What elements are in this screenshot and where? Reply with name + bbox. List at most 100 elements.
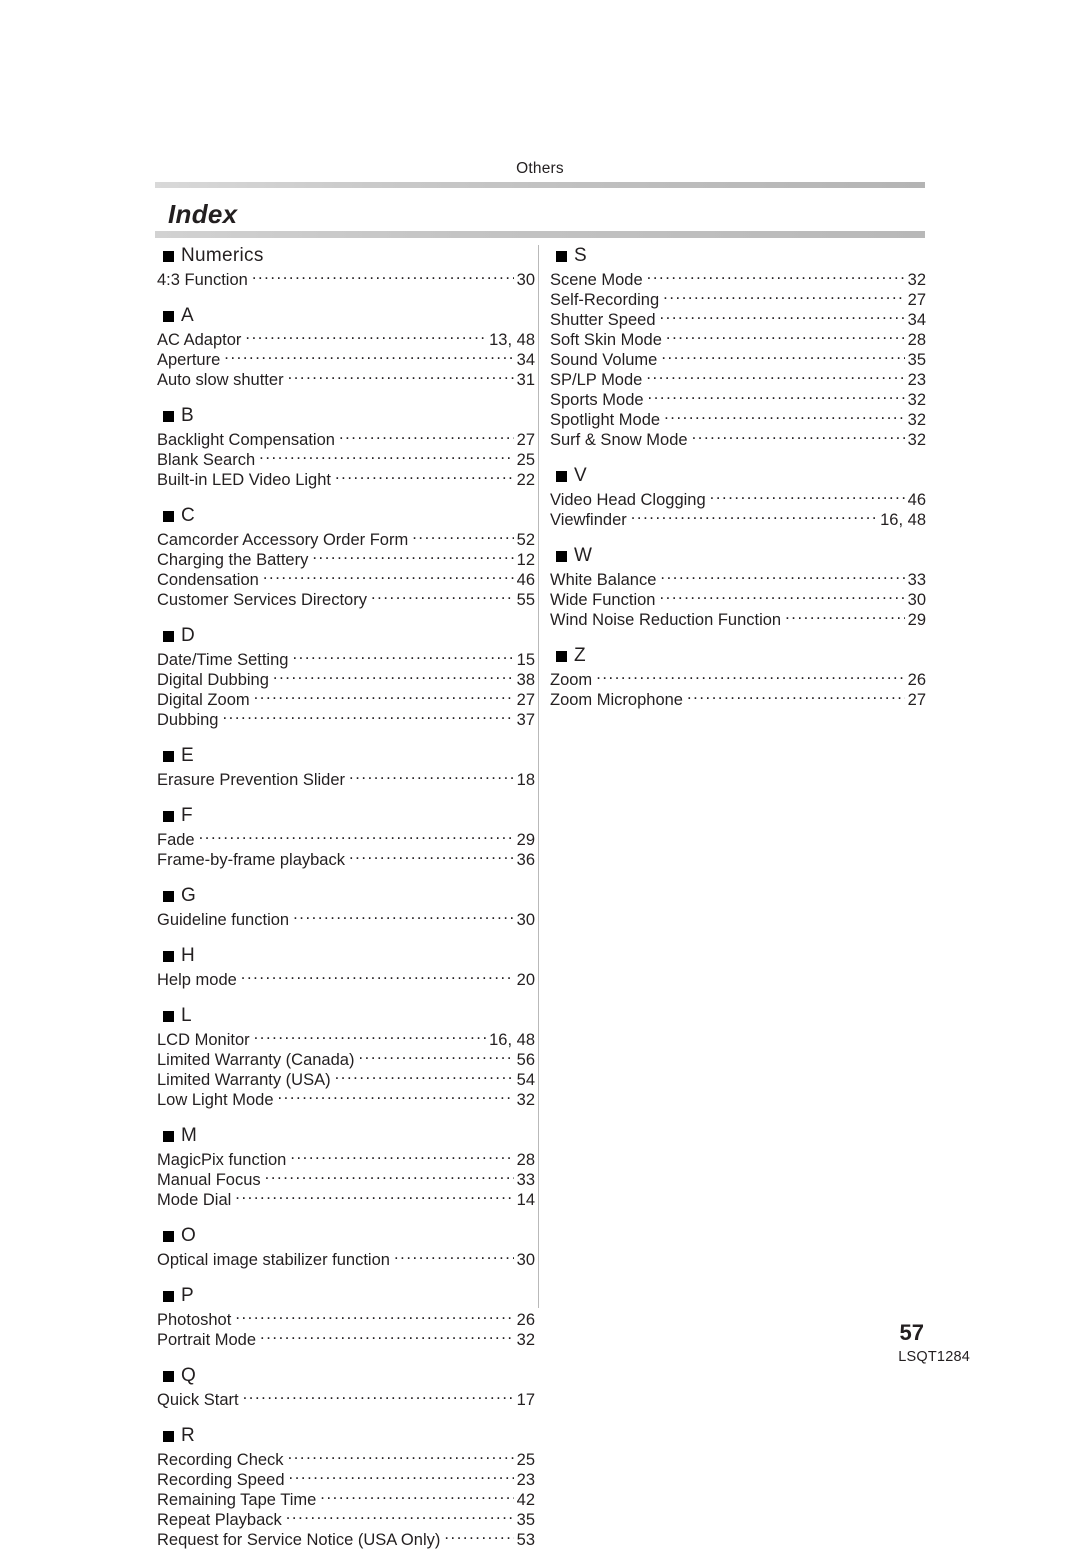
- index-entry[interactable]: Guideline function 30: [155, 909, 535, 929]
- index-entry-label: MagicPix function: [157, 1151, 287, 1169]
- index-entry[interactable]: Condensation 46: [155, 569, 535, 589]
- index-entry[interactable]: Backlight Compensation 27: [155, 429, 535, 449]
- index-entry-leader-dots: [288, 369, 514, 385]
- index-entry[interactable]: Low Light Mode 32: [155, 1089, 535, 1109]
- index-entry-page: 27: [516, 431, 535, 449]
- index-entry[interactable]: Sound Volume 35: [548, 349, 926, 369]
- index-column-right: SScene Mode32Self-Recording27Shutter Spe…: [548, 245, 926, 709]
- page-header: Others: [155, 160, 925, 188]
- index-entry[interactable]: White Balance 33: [548, 569, 926, 589]
- index-entry[interactable]: SP/LP Mode 23: [548, 369, 926, 389]
- index-entry[interactable]: Scene Mode 32: [548, 269, 926, 289]
- header-divider-rule: [155, 182, 925, 188]
- index-entry-label: Repeat Playback: [157, 1511, 282, 1529]
- index-entry-leader-dots: [278, 1089, 514, 1105]
- index-entry-label: Aperture: [157, 351, 221, 369]
- index-entry[interactable]: Camcorder Accessory Order Form 52: [155, 529, 535, 549]
- index-entry-leader-dots: [235, 1309, 513, 1325]
- index-entry-page: 32: [516, 1331, 535, 1349]
- index-entry[interactable]: Sports Mode 32: [548, 389, 926, 409]
- index-entry-label: Remaining Tape Time: [157, 1491, 317, 1509]
- index-entry-page: 28: [907, 331, 926, 349]
- index-entry-label: Zoom: [550, 671, 593, 689]
- index-entry-page: 42: [516, 1491, 535, 1509]
- square-bullet-icon: [163, 810, 174, 822]
- index-entry[interactable]: Erasure Prevention Slider 18: [155, 769, 535, 789]
- index-entry[interactable]: Blank Search 25: [155, 449, 535, 469]
- index-entry[interactable]: Limited Warranty (USA) 54: [155, 1069, 535, 1089]
- index-entry-leader-dots: [241, 969, 514, 985]
- square-bullet-icon: [163, 510, 174, 522]
- index-entry-label: Optical image stabilizer function: [157, 1251, 390, 1269]
- index-entry[interactable]: Wind Noise Reduction Function 29: [548, 609, 926, 629]
- index-entry-page: 34: [516, 351, 535, 369]
- index-entry[interactable]: Self-Recording 27: [548, 289, 926, 309]
- index-entry-page: 46: [516, 571, 535, 589]
- index-entry-leader-dots: [394, 1249, 514, 1265]
- square-bullet-icon: [163, 250, 174, 262]
- index-entry[interactable]: Fade 29: [155, 829, 535, 849]
- index-entry[interactable]: Spotlight Mode 32: [548, 409, 926, 429]
- index-group-letter: R: [181, 1425, 196, 1446]
- index-entry-page: 27: [516, 691, 535, 709]
- index-entry-leader-dots: [290, 1149, 513, 1165]
- index-entry[interactable]: Video Head Clogging 46: [548, 489, 926, 509]
- index-group-letter: F: [181, 805, 193, 826]
- index-entry-leader-dots: [692, 429, 905, 445]
- index-entry-page: 55: [516, 591, 535, 609]
- index-entry[interactable]: Quick Start 17: [155, 1389, 535, 1409]
- index-entry-leader-dots: [292, 649, 513, 665]
- index-entry[interactable]: Zoom Microphone 27: [548, 689, 926, 709]
- index-entry[interactable]: Portrait Mode 32: [155, 1329, 535, 1349]
- index-entry-page: 20: [516, 971, 535, 989]
- index-entry[interactable]: Auto slow shutter 31: [155, 369, 535, 389]
- index-entry[interactable]: 4:3 Function 30: [155, 269, 535, 289]
- index-entry[interactable]: Digital Zoom 27: [155, 689, 535, 709]
- index-entry[interactable]: Date/Time Setting 15: [155, 649, 535, 669]
- square-bullet-icon: [163, 1130, 174, 1142]
- index-entry-leader-dots: [260, 1329, 514, 1345]
- index-entry[interactable]: Frame-by-frame playback 36: [155, 849, 535, 869]
- index-entry-page: 54: [516, 1071, 535, 1089]
- index-entry[interactable]: Aperture 34: [155, 349, 535, 369]
- index-entry[interactable]: Surf & Snow Mode 32: [548, 429, 926, 449]
- index-entry[interactable]: Built-in LED Video Light 22: [155, 469, 535, 489]
- index-entry[interactable]: Viewfinder 16, 48: [548, 509, 926, 529]
- index-entry-page: 13, 48: [489, 331, 535, 349]
- index-entry[interactable]: LCD Monitor 16, 48: [155, 1029, 535, 1049]
- index-entry[interactable]: Manual Focus 33: [155, 1169, 535, 1189]
- index-entry[interactable]: Wide Function 30: [548, 589, 926, 609]
- index-entry-page: 32: [907, 411, 926, 429]
- index-group-letter: G: [181, 885, 197, 906]
- index-entry-leader-dots: [660, 569, 904, 585]
- index-entry[interactable]: Help mode 20: [155, 969, 535, 989]
- index-entry[interactable]: Limited Warranty (Canada) 56: [155, 1049, 535, 1069]
- index-entry[interactable]: Dubbing 37: [155, 709, 535, 729]
- index-entry[interactable]: Recording Check 25: [155, 1449, 535, 1469]
- index-entry-label: White Balance: [550, 571, 657, 589]
- index-entry[interactable]: MagicPix function 28: [155, 1149, 535, 1169]
- index-entry[interactable]: Request for Service Notice (USA Only) 53: [155, 1529, 535, 1549]
- index-entry[interactable]: Customer Services Directory 55: [155, 589, 535, 609]
- index-entry[interactable]: Photoshot 26: [155, 1309, 535, 1329]
- index-entry[interactable]: Optical image stabilizer function 30: [155, 1249, 535, 1269]
- index-entry[interactable]: Zoom 26: [548, 669, 926, 689]
- index-entry-leader-dots: [785, 609, 905, 625]
- index-entry[interactable]: Soft Skin Mode 28: [548, 329, 926, 349]
- index-entry[interactable]: AC Adaptor 13, 48: [155, 329, 535, 349]
- index-entry-leader-dots: [245, 329, 486, 345]
- index-entry[interactable]: Repeat Playback 35: [155, 1509, 535, 1529]
- index-entry-leader-dots: [371, 589, 514, 605]
- index-entry[interactable]: Digital Dubbing 38: [155, 669, 535, 689]
- index-group-letter: D: [181, 625, 196, 646]
- index-entry[interactable]: Mode Dial 14: [155, 1189, 535, 1209]
- index-entry[interactable]: Remaining Tape Time 42: [155, 1489, 535, 1509]
- index-group-heading: Z: [548, 645, 926, 667]
- index-entry-leader-dots: [710, 489, 905, 505]
- index-entry[interactable]: Shutter Speed 34: [548, 309, 926, 329]
- index-entry[interactable]: Charging the Battery 12: [155, 549, 535, 569]
- index-entry-page: 25: [516, 1451, 535, 1469]
- index-entry[interactable]: Recording Speed 23: [155, 1469, 535, 1489]
- index-group-heading: F: [155, 805, 535, 827]
- index-entry-label: Condensation: [157, 571, 259, 589]
